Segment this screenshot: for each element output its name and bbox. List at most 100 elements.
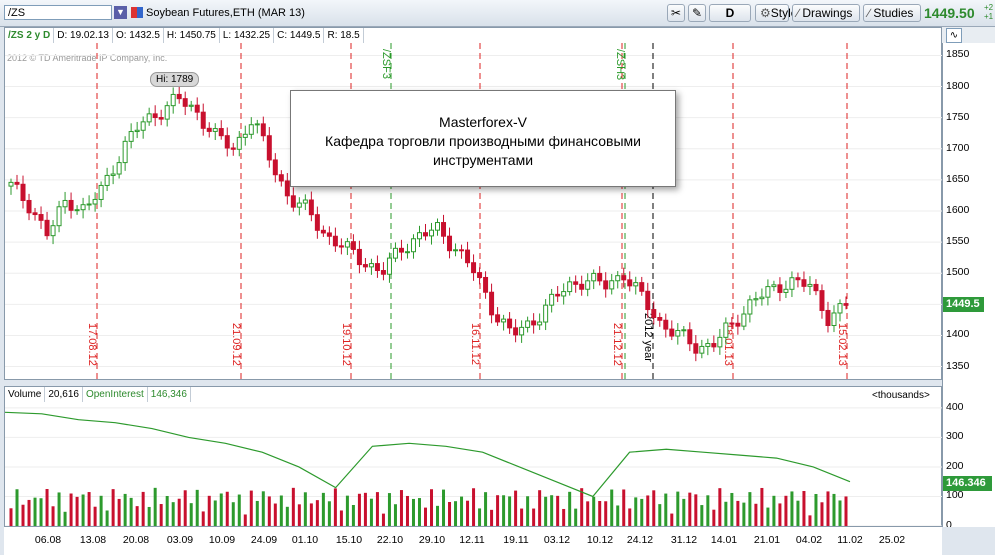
candle-body [374, 263, 380, 272]
candle-body [170, 93, 176, 107]
candle-body [80, 204, 86, 211]
candle-body [723, 322, 729, 338]
volume-bar [736, 500, 740, 526]
candle-body [8, 181, 14, 187]
candle-body [272, 159, 278, 176]
studies-button[interactable]: ∕ Studies [863, 4, 921, 22]
volume-bar [544, 496, 548, 526]
drawings-icon: ∕ [797, 6, 800, 20]
candle-body [104, 174, 110, 186]
volume-bar [99, 495, 103, 526]
volume-bar [442, 489, 446, 526]
drawings-label: Drawings [802, 6, 853, 20]
candle-body [729, 322, 735, 325]
volume-bar [484, 492, 488, 526]
volume-chart-svg[interactable] [5, 402, 942, 526]
pencil-tool-icon[interactable]: ✎ [688, 4, 706, 22]
event-label: 19.10.12 [340, 323, 352, 366]
period-d-button[interactable]: D [709, 4, 751, 22]
time-axis-label: 06.08 [34, 534, 62, 546]
candle-body [248, 124, 254, 135]
time-axis-label: 25.02 [878, 534, 906, 546]
volume-bar [177, 498, 181, 526]
candle-body [585, 280, 591, 290]
volume-bar [315, 500, 319, 526]
volume-bar [640, 498, 644, 526]
symbol-input[interactable]: /ZS [4, 5, 112, 20]
volume-bar [297, 504, 301, 526]
candle-body [410, 238, 416, 253]
candle-body [789, 277, 795, 290]
event-label: 2012 year [642, 313, 654, 362]
crosshair-tool-icon[interactable]: ✂ [667, 4, 685, 22]
candle-body [459, 249, 465, 252]
time-axis-label: 04.02 [795, 534, 823, 546]
price-axis-label: 1850 [946, 48, 970, 61]
chart-settings-corner[interactable]: ∿ [942, 27, 995, 43]
volume-bar [670, 513, 674, 526]
callout-title: Masterforex-V [439, 114, 527, 130]
oi-label: OpenInterest [83, 387, 148, 402]
volume-info-bar: Volume 20,616 OpenInterest 146,346 [5, 387, 191, 402]
candle-body [122, 140, 128, 164]
volume-bar [195, 489, 199, 526]
volume-bar [562, 508, 566, 526]
volume-bar [604, 501, 608, 526]
candle-body [513, 327, 519, 336]
event-label: /ZSF3 [380, 49, 392, 79]
price-change: +2 +1 [984, 3, 994, 21]
volume-bar [273, 503, 277, 526]
candle-body [110, 173, 116, 176]
price-axis-label: 1650 [946, 172, 970, 185]
candle-body [549, 293, 555, 306]
volume-bar [45, 488, 49, 526]
candle-body [134, 129, 140, 133]
chart-symbol-period[interactable]: /ZS 2 y D [5, 28, 55, 43]
volume-bar [165, 495, 169, 526]
time-axis-label: 12.11 [459, 534, 485, 546]
volume-bar [231, 502, 235, 526]
volume-bar [700, 505, 704, 526]
candle-body [669, 328, 675, 337]
candle-body [747, 299, 753, 315]
time-axis-label: 10.12 [586, 534, 614, 546]
volume-bar [706, 495, 710, 526]
volume-bar [832, 493, 836, 526]
volume-bar [820, 502, 824, 526]
candle-body [332, 235, 338, 247]
candle-body [501, 318, 507, 323]
open-interest-line [5, 411, 851, 498]
candle-body [561, 291, 567, 297]
volume-bar [189, 503, 193, 526]
volume-bar [724, 501, 728, 526]
candle-body [429, 229, 435, 237]
volume-bar [63, 511, 67, 526]
price-axis-label: 1550 [946, 235, 970, 248]
candle-body [615, 275, 621, 282]
chart-settings-icon[interactable]: ∿ [946, 28, 962, 43]
candle-body [62, 199, 68, 208]
volume-bar [381, 513, 385, 526]
info-range: R: 18.5 [324, 28, 364, 43]
candle-body [735, 322, 741, 327]
candle-body [56, 206, 62, 227]
volume-bar [502, 495, 506, 526]
time-axis-label: 13.08 [79, 534, 107, 546]
price-axis-label: 1750 [946, 110, 970, 123]
volume-bar [646, 495, 650, 526]
callout-line2: Кафедра торговли производными финансовым… [325, 133, 641, 149]
style-button[interactable]: ⚙Style [755, 4, 797, 22]
callout-line3: инструментами [432, 152, 534, 168]
volume-bar [526, 496, 530, 526]
volume-bar [21, 504, 25, 526]
candle-body [152, 113, 158, 119]
candle-body [597, 272, 603, 282]
candle-body [308, 199, 314, 216]
volume-bar [712, 509, 716, 526]
symbol-dropdown-icon[interactable]: ▼ [114, 6, 127, 19]
volume-bar [472, 488, 476, 526]
drawings-button[interactable]: ∕ Drawings [792, 4, 860, 22]
candle-body [68, 199, 74, 211]
callout-box[interactable]: Masterforex-V Кафедра торговли производн… [290, 90, 676, 187]
volume-bar [93, 506, 97, 526]
